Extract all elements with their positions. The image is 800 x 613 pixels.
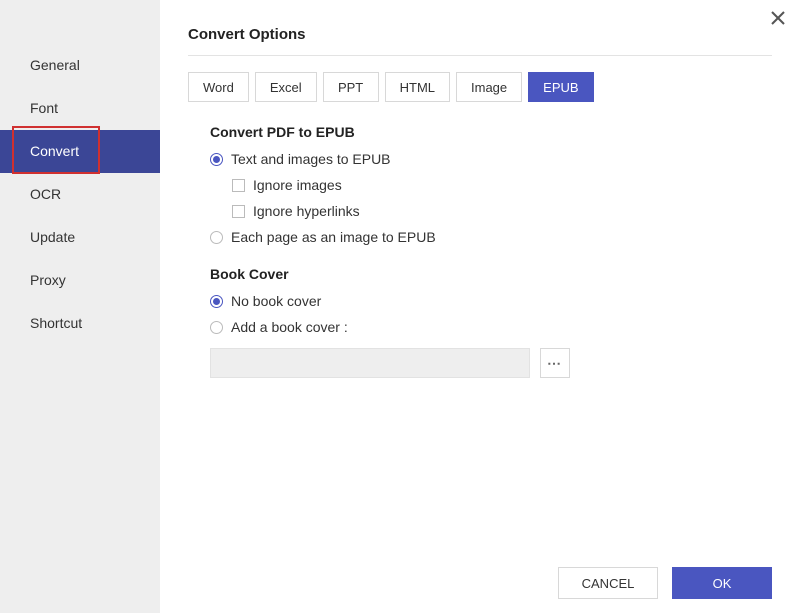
option-label: Each page as an image to EPUB (231, 228, 436, 246)
button-label: CANCEL (582, 576, 635, 591)
option-label: Ignore images (253, 176, 342, 194)
tab-epub[interactable]: EPUB (528, 72, 593, 102)
tab-image[interactable]: Image (456, 72, 522, 102)
cover-path-input[interactable] (210, 348, 530, 378)
options-dialog: General Font Convert OCR Update Proxy Sh… (0, 0, 800, 613)
main-panel: Convert Options Word Excel PPT HTML Imag… (160, 0, 800, 613)
sidebar-item-general[interactable]: General (0, 44, 160, 87)
close-icon (771, 11, 785, 25)
tab-label: Excel (270, 80, 302, 95)
ellipsis-icon: ⋯ (547, 355, 563, 372)
tab-word[interactable]: Word (188, 72, 249, 102)
option-label: Add a book cover : (231, 318, 348, 336)
tab-label: EPUB (543, 80, 578, 95)
option-label: Ignore hyperlinks (253, 202, 360, 220)
sidebar-item-label: OCR (30, 186, 61, 202)
section-book-cover: Book Cover No book cover Add a book cove… (188, 266, 772, 378)
tab-label: Image (471, 80, 507, 95)
tab-label: HTML (400, 80, 435, 95)
section-title: Book Cover (210, 266, 772, 282)
page-title: Convert Options (188, 0, 772, 56)
option-ignore-images[interactable]: Ignore images (210, 176, 772, 194)
sidebar-item-ocr[interactable]: OCR (0, 173, 160, 216)
tab-label: PPT (338, 80, 363, 95)
section-convert-epub: Convert PDF to EPUB Text and images to E… (188, 124, 772, 246)
tab-html[interactable]: HTML (385, 72, 450, 102)
browse-button[interactable]: ⋯ (540, 348, 570, 378)
sidebar-item-label: Update (30, 229, 75, 245)
radio-icon (210, 295, 223, 308)
option-label: No book cover (231, 292, 321, 310)
option-ignore-hyperlinks[interactable]: Ignore hyperlinks (210, 202, 772, 220)
sidebar-item-update[interactable]: Update (0, 216, 160, 259)
tab-excel[interactable]: Excel (255, 72, 317, 102)
close-button[interactable] (766, 6, 790, 30)
sidebar-item-label: Font (30, 100, 58, 116)
option-label: Text and images to EPUB (231, 150, 391, 168)
sidebar-item-label: Proxy (30, 272, 66, 288)
sidebar-item-shortcut[interactable]: Shortcut (0, 302, 160, 345)
sidebar-item-convert[interactable]: Convert (0, 130, 160, 173)
cancel-button[interactable]: CANCEL (558, 567, 658, 599)
sidebar-item-label: Convert (30, 143, 79, 159)
sidebar-item-proxy[interactable]: Proxy (0, 259, 160, 302)
button-label: OK (713, 576, 732, 591)
option-add-cover[interactable]: Add a book cover : (210, 318, 772, 336)
checkbox-icon (232, 179, 245, 192)
sidebar-item-label: Shortcut (30, 315, 82, 331)
tab-label: Word (203, 80, 234, 95)
radio-icon (210, 231, 223, 244)
option-each-page-image[interactable]: Each page as an image to EPUB (210, 228, 772, 246)
section-title: Convert PDF to EPUB (210, 124, 772, 140)
checkbox-icon (232, 205, 245, 218)
sidebar-item-label: General (30, 57, 80, 73)
format-tabs: Word Excel PPT HTML Image EPUB (188, 72, 772, 102)
sidebar: General Font Convert OCR Update Proxy Sh… (0, 0, 160, 613)
sidebar-item-font[interactable]: Font (0, 87, 160, 130)
cover-path-row: ⋯ (210, 348, 772, 378)
radio-icon (210, 321, 223, 334)
tab-ppt[interactable]: PPT (323, 72, 379, 102)
radio-icon (210, 153, 223, 166)
ok-button[interactable]: OK (672, 567, 772, 599)
dialog-footer: CANCEL OK (160, 553, 800, 613)
option-no-cover[interactable]: No book cover (210, 292, 772, 310)
option-text-and-images[interactable]: Text and images to EPUB (210, 150, 772, 168)
